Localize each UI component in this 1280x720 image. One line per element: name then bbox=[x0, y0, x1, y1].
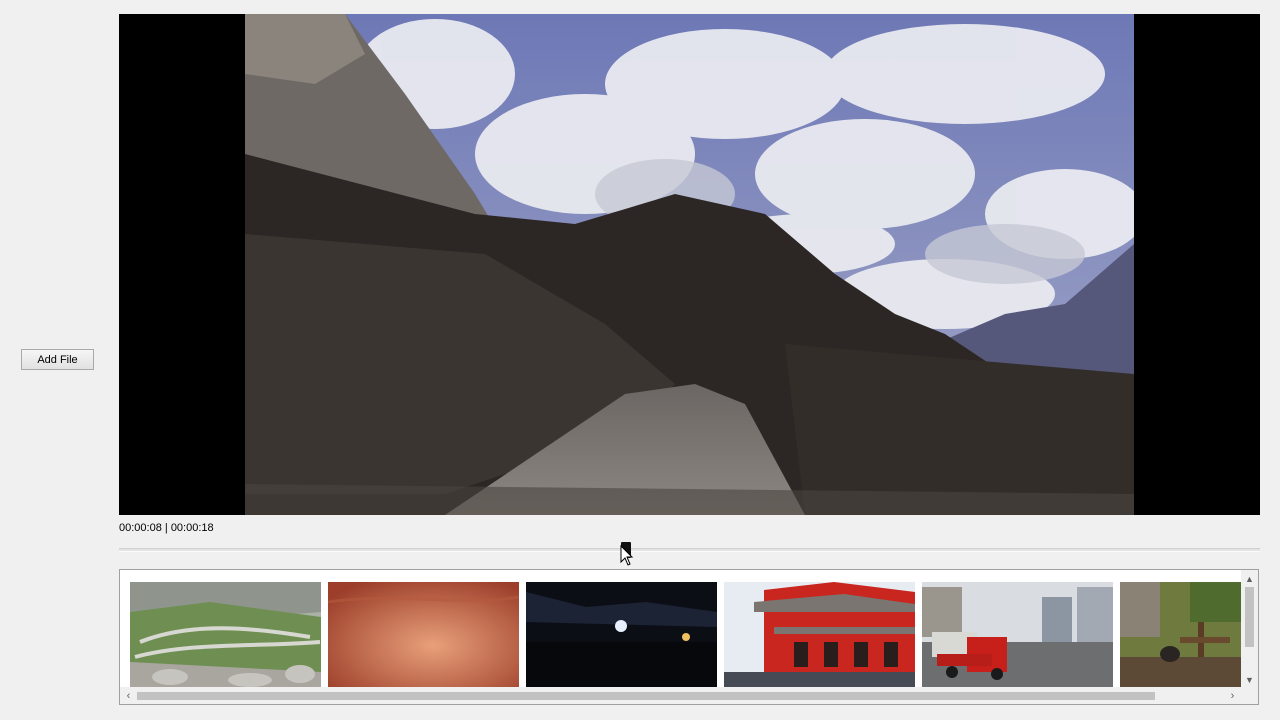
scroll-right-icon[interactable]: › bbox=[1224, 687, 1241, 704]
time-separator: | bbox=[161, 522, 171, 534]
thumbnail-night-crowd[interactable] bbox=[526, 582, 717, 688]
mountain-pass-image bbox=[130, 582, 321, 688]
thumbnail-vertical-scrollbar[interactable]: ▲ ▼ bbox=[1241, 570, 1258, 688]
thumbnail-closeup[interactable] bbox=[328, 582, 519, 688]
seek-bar[interactable] bbox=[119, 548, 1260, 552]
scrollbar-corner bbox=[1241, 687, 1258, 704]
closeup-image bbox=[328, 582, 519, 688]
add-file-button[interactable]: Add File bbox=[21, 349, 94, 370]
thumbnail-street[interactable] bbox=[922, 582, 1113, 688]
video-preview[interactable] bbox=[119, 14, 1260, 515]
zoo-image bbox=[1120, 582, 1242, 688]
scroll-left-icon[interactable]: ‹ bbox=[120, 687, 137, 704]
thumbnail-horizontal-scrollbar[interactable]: ‹ › bbox=[120, 687, 1241, 704]
scroll-up-icon[interactable]: ▲ bbox=[1241, 570, 1258, 587]
thumbnail-strip[interactable]: ▲ ▼ ‹ › bbox=[119, 569, 1259, 705]
thumbnail-mountain-pass[interactable] bbox=[130, 582, 321, 688]
thumbnail-red-temple[interactable] bbox=[724, 582, 915, 688]
street-image bbox=[922, 582, 1113, 688]
timecode: 00:00:08 | 00:00:18 bbox=[119, 522, 214, 534]
thumbnail-zoo[interactable] bbox=[1120, 582, 1242, 688]
red-temple-image bbox=[724, 582, 915, 688]
night-crowd-image bbox=[526, 582, 717, 688]
vertical-scroll-thumb[interactable] bbox=[1245, 587, 1254, 647]
current-time: 00:00:08 bbox=[119, 522, 162, 534]
total-time: 00:00:18 bbox=[170, 522, 214, 534]
video-frame-image bbox=[245, 14, 1134, 515]
scroll-down-icon[interactable]: ▼ bbox=[1241, 671, 1258, 688]
mouse-cursor-icon bbox=[620, 545, 634, 566]
horizontal-scroll-thumb[interactable] bbox=[137, 692, 1155, 700]
